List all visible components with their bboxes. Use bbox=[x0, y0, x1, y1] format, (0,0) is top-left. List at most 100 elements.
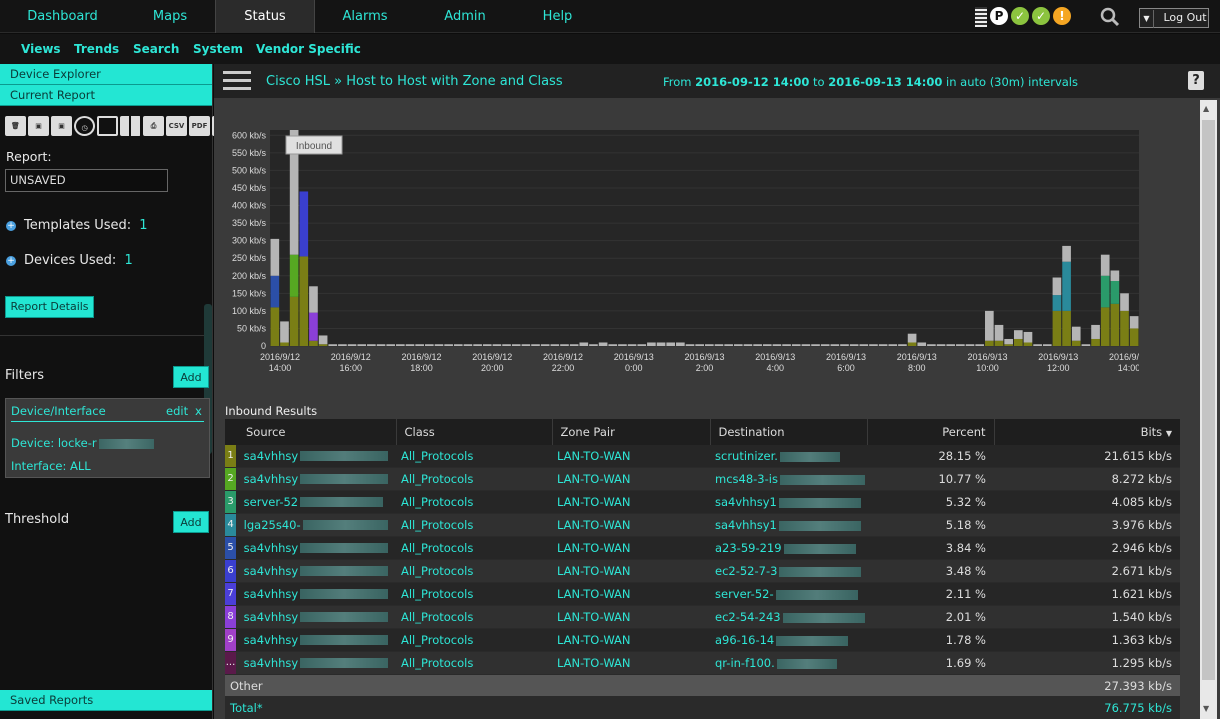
destination-cell[interactable]: a96-16-14 bbox=[710, 628, 867, 652]
zone-pair-cell[interactable]: LAN-TO-WAN bbox=[552, 582, 710, 606]
source-text[interactable]: sa4vhhsy bbox=[240, 633, 299, 647]
source-text[interactable]: sa4vhhsy bbox=[240, 587, 299, 601]
zone-pair-cell[interactable]: LAN-TO-WAN bbox=[552, 605, 710, 629]
table-row[interactable]: 8 sa4vhhsy All_Protocols LAN-TO-WAN ec2-… bbox=[225, 605, 1180, 629]
breadcrumb-root[interactable]: Cisco HSL bbox=[266, 74, 330, 89]
destination-cell[interactable]: sa4vhhsy1 bbox=[710, 490, 867, 514]
table-row[interactable]: 1 sa4vhhsy All_Protocols LAN-TO-WAN scru… bbox=[225, 445, 1180, 468]
save-icon[interactable]: ▣ bbox=[28, 116, 49, 136]
help-button[interactable]: ? bbox=[1188, 71, 1204, 90]
zone-pair-cell[interactable]: LAN-TO-WAN bbox=[552, 513, 710, 537]
report-name-input[interactable]: UNSAVED bbox=[5, 169, 168, 192]
print-icon[interactable]: ⎙ bbox=[143, 116, 164, 136]
source-cell[interactable]: ... sa4vhhsy bbox=[225, 651, 396, 675]
source-text[interactable]: sa4vhhsy bbox=[240, 449, 299, 463]
table-row[interactable]: 5 sa4vhhsy All_Protocols LAN-TO-WAN a23-… bbox=[225, 536, 1180, 560]
expand-icon[interactable]: + bbox=[6, 220, 16, 231]
zone-pair-cell[interactable]: LAN-TO-WAN bbox=[552, 467, 710, 491]
source-text[interactable]: sa4vhhsy bbox=[240, 610, 299, 624]
logout-button[interactable]: ▼ Log Out bbox=[1139, 8, 1209, 28]
col-class[interactable]: Class bbox=[396, 419, 553, 445]
report-details-button[interactable]: Report Details bbox=[5, 296, 94, 318]
destination-cell[interactable]: qr-in-f100. bbox=[710, 651, 867, 675]
csv-icon[interactable]: CSV bbox=[166, 116, 187, 136]
table-row[interactable]: 6 sa4vhhsy All_Protocols LAN-TO-WAN ec2-… bbox=[225, 559, 1180, 583]
subnav-system[interactable]: System bbox=[193, 42, 243, 56]
source-cell[interactable]: 4 lga25s40- bbox=[225, 513, 396, 537]
scroll-down-icon[interactable]: ▼ bbox=[1203, 704, 1209, 713]
subnav-search[interactable]: Search bbox=[133, 42, 179, 56]
class-cell[interactable]: All_Protocols bbox=[396, 651, 552, 675]
class-cell[interactable]: All_Protocols bbox=[396, 582, 552, 606]
search-icon[interactable] bbox=[1100, 7, 1120, 30]
source-cell[interactable]: 9 sa4vhhsy bbox=[225, 628, 396, 652]
class-cell[interactable]: All_Protocols bbox=[396, 628, 552, 652]
tab-status[interactable]: Status bbox=[215, 0, 315, 33]
class-cell[interactable]: All_Protocols bbox=[396, 536, 552, 560]
source-text[interactable]: sa4vhhsy bbox=[240, 656, 299, 670]
source-cell[interactable]: 8 sa4vhhsy bbox=[225, 605, 396, 629]
filter-remove-link[interactable]: x bbox=[195, 404, 202, 418]
main-scrollbar[interactable]: ▲ ▼ bbox=[1200, 100, 1217, 719]
tab-maps[interactable]: Maps bbox=[125, 0, 215, 33]
source-cell[interactable]: 1 sa4vhhsy bbox=[225, 445, 396, 468]
zone-pair-cell[interactable]: LAN-TO-WAN bbox=[552, 536, 710, 560]
zone-pair-cell[interactable]: LAN-TO-WAN bbox=[552, 628, 710, 652]
col-source[interactable]: Source bbox=[225, 419, 397, 445]
devices-used[interactable]: + Devices Used: 1 bbox=[6, 253, 133, 268]
templates-used[interactable]: + Templates Used: 1 bbox=[6, 218, 148, 233]
destination-cell[interactable]: sa4vhhsy1 bbox=[710, 513, 867, 537]
destination-cell[interactable]: mcs48-3-is bbox=[710, 467, 867, 491]
table-row[interactable]: 7 sa4vhhsy All_Protocols LAN-TO-WAN serv… bbox=[225, 582, 1180, 606]
current-report-button[interactable]: Current Report bbox=[0, 85, 212, 106]
class-cell[interactable]: All_Protocols bbox=[396, 445, 552, 468]
table-row[interactable]: ... sa4vhhsy All_Protocols LAN-TO-WAN qr… bbox=[225, 651, 1180, 675]
source-cell[interactable]: 6 sa4vhhsy bbox=[225, 559, 396, 583]
sort-desc-icon[interactable]: ▼ bbox=[1166, 429, 1172, 438]
saved-reports-button[interactable]: Saved Reports bbox=[0, 690, 212, 711]
clock-icon[interactable]: ◷ bbox=[74, 116, 95, 136]
col-destination[interactable]: Destination bbox=[710, 419, 868, 445]
source-text[interactable]: sa4vhhsy bbox=[240, 541, 299, 555]
scroll-up-icon[interactable]: ▲ bbox=[1203, 104, 1209, 113]
subnav-vendor-specific[interactable]: Vendor Specific bbox=[256, 42, 361, 56]
tab-alarms[interactable]: Alarms bbox=[315, 0, 415, 33]
check-icon[interactable]: ✓ bbox=[1032, 7, 1050, 25]
col-percent[interactable]: Percent bbox=[867, 419, 995, 445]
source-text[interactable]: server-52 bbox=[240, 495, 298, 509]
save-as-icon[interactable]: ▣ bbox=[51, 116, 72, 136]
add-threshold-button[interactable]: Add bbox=[173, 511, 209, 533]
source-text[interactable]: sa4vhhsy bbox=[240, 472, 299, 486]
subnav-views[interactable]: Views bbox=[21, 42, 61, 56]
zone-pair-cell[interactable]: LAN-TO-WAN bbox=[552, 490, 710, 514]
time-range[interactable]: From 2016-09-12 14:00 to 2016-09-13 14:0… bbox=[663, 75, 1078, 89]
col-bits[interactable]: Bits ▼ bbox=[994, 419, 1180, 445]
class-cell[interactable]: All_Protocols bbox=[396, 467, 552, 491]
source-cell[interactable]: 5 sa4vhhsy bbox=[225, 536, 396, 560]
destination-cell[interactable]: server-52- bbox=[710, 582, 867, 606]
class-cell[interactable]: All_Protocols bbox=[396, 490, 552, 514]
zone-pair-cell[interactable]: LAN-TO-WAN bbox=[552, 445, 710, 468]
expand-icon[interactable]: + bbox=[6, 255, 16, 266]
destination-cell[interactable]: ec2-54-243 bbox=[710, 605, 867, 629]
tab-admin[interactable]: Admin bbox=[415, 0, 515, 33]
class-cell[interactable]: All_Protocols bbox=[396, 559, 552, 583]
tab-dashboard[interactable]: Dashboard bbox=[0, 0, 125, 33]
table-row[interactable]: 9 sa4vhhsy All_Protocols LAN-TO-WAN a96-… bbox=[225, 628, 1180, 652]
zone-pair-cell[interactable]: LAN-TO-WAN bbox=[552, 559, 710, 583]
pdf-icon[interactable]: PDF bbox=[189, 116, 210, 136]
alert-icon[interactable]: ! bbox=[1053, 7, 1071, 25]
zone-pair-cell[interactable]: LAN-TO-WAN bbox=[552, 651, 710, 675]
source-cell[interactable]: 3 server-52 bbox=[225, 490, 396, 514]
check-icon[interactable]: ✓ bbox=[1011, 7, 1029, 25]
scrollbar-thumb[interactable] bbox=[1202, 120, 1215, 680]
destination-cell[interactable]: a23-59-219 bbox=[710, 536, 867, 560]
class-cell[interactable]: All_Protocols bbox=[396, 513, 552, 537]
source-text[interactable]: sa4vhhsy bbox=[240, 564, 299, 578]
tab-help[interactable]: Help bbox=[515, 0, 600, 33]
device-explorer-button[interactable]: Device Explorer bbox=[0, 64, 212, 85]
trash-icon[interactable]: 🗑 bbox=[5, 116, 26, 136]
table-row[interactable]: 3 server-52 All_Protocols LAN-TO-WAN sa4… bbox=[225, 490, 1180, 514]
destination-cell[interactable]: scrutinizer. bbox=[710, 445, 867, 468]
class-cell[interactable]: All_Protocols bbox=[396, 605, 552, 629]
